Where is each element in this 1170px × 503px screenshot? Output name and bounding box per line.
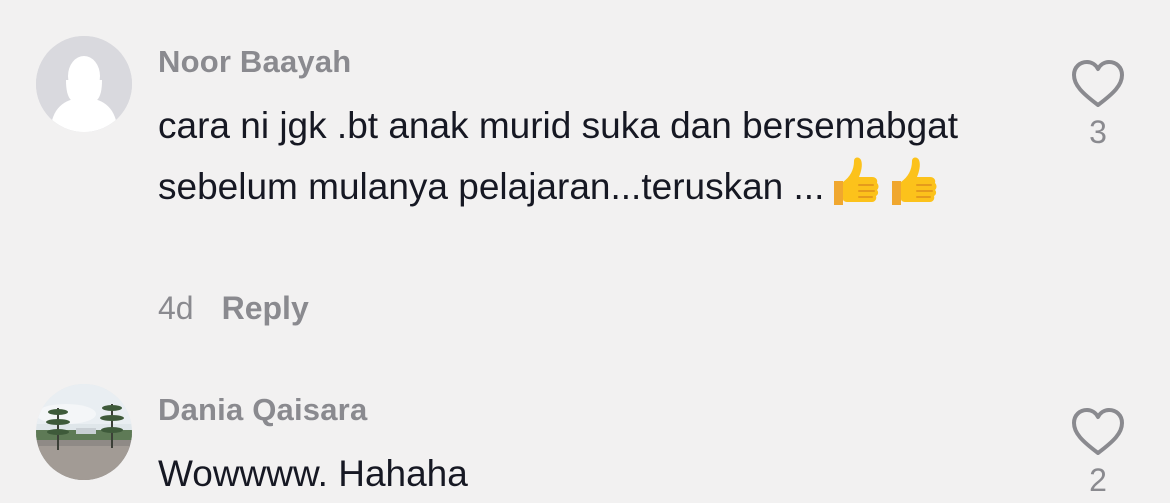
reply-button[interactable]: Reply [222, 290, 309, 327]
heart-icon [1072, 60, 1124, 107]
comment-timestamp: 4d [158, 290, 194, 326]
like-count: 2 [1089, 462, 1107, 498]
like-button[interactable]: 2 [1070, 406, 1126, 499]
comment-text: cara ni jgk .bt anak murid suka dan bers… [158, 96, 998, 216]
default-avatar-icon [36, 36, 132, 132]
comment-list: Noor Baayah cara ni jgk .bt anak murid s… [0, 0, 1170, 503]
comment-username[interactable]: Dania Qaisara [158, 392, 367, 428]
comment-item: Dania Qaisara Wowwww. Hahaha 2 [0, 360, 1170, 503]
comment-text: Wowwww. Hahaha [158, 453, 468, 494]
avatar[interactable] [36, 36, 132, 132]
like-count: 3 [1089, 114, 1107, 150]
heart-icon [1072, 408, 1124, 455]
avatar[interactable] [36, 384, 132, 480]
comment-meta: 4d Reply [158, 290, 309, 327]
comment-username[interactable]: Noor Baayah [158, 44, 351, 80]
like-button[interactable]: 3 [1070, 58, 1126, 151]
profile-photo-trees-icon [36, 384, 132, 480]
thumbs-up-emoji-icon [826, 155, 882, 211]
comment-item: Noor Baayah cara ni jgk .bt anak murid s… [0, 0, 1170, 360]
thumbs-up-emoji-icon [884, 155, 940, 211]
